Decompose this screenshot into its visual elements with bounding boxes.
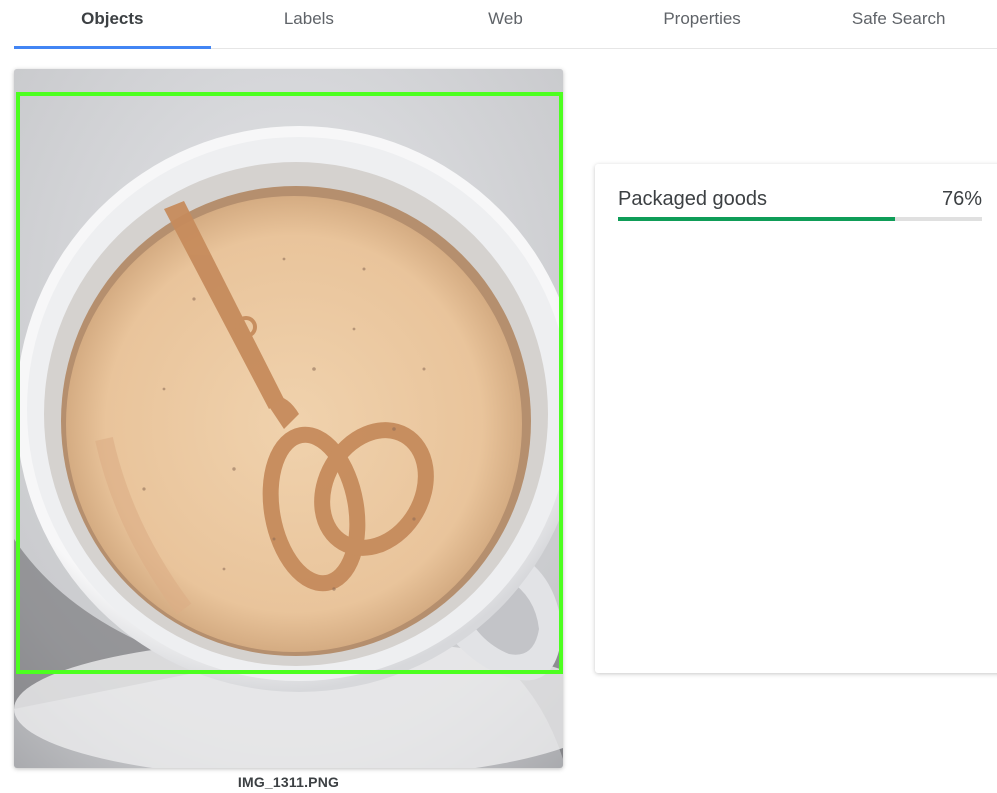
- image-preview-card: [14, 69, 563, 768]
- result-row[interactable]: Packaged goods 76%: [618, 188, 982, 221]
- tab-web[interactable]: Web: [407, 0, 604, 38]
- tab-safe-search[interactable]: Safe Search: [800, 0, 997, 38]
- score-bar-track: [618, 217, 982, 221]
- result-score: 76%: [941, 188, 982, 210]
- result-label: Packaged goods: [618, 188, 768, 210]
- score-bar-fill: [618, 217, 895, 221]
- detected-object-bounding-box[interactable]: [16, 92, 563, 674]
- results-panel: Packaged goods 76%: [595, 164, 997, 673]
- tab-bar: Objects Labels Web Properties Safe Searc…: [14, 0, 997, 49]
- tab-properties[interactable]: Properties: [604, 0, 801, 38]
- tab-labels[interactable]: Labels: [211, 0, 408, 38]
- image-filename: IMG_1311.PNG: [237, 774, 340, 790]
- tab-objects[interactable]: Objects: [14, 0, 211, 49]
